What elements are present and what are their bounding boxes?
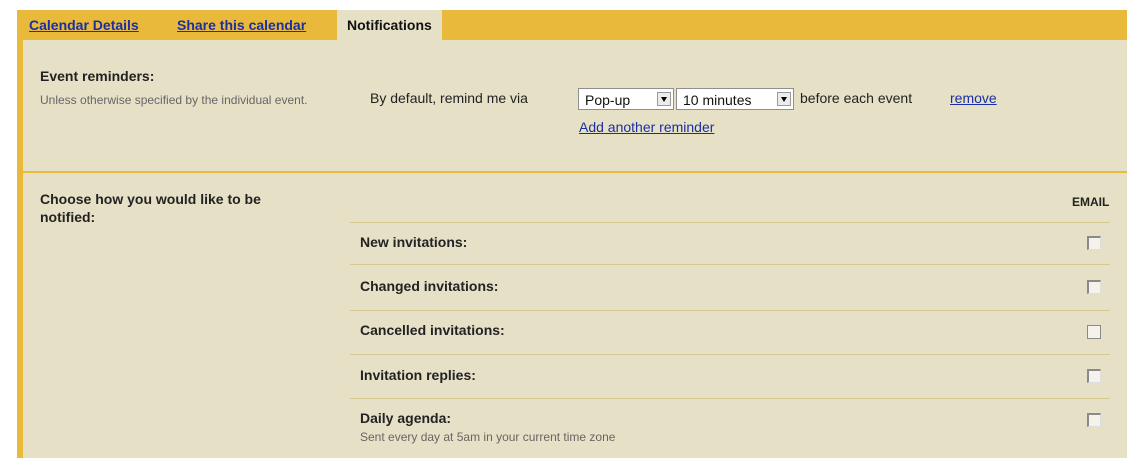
tab-bar: Calendar Details Share this calendar Not… (17, 10, 1127, 40)
reminder-method-select[interactable]: Pop-up (578, 88, 674, 110)
row-daily-agenda-subtext: Sent every day at 5am in your current ti… (360, 430, 616, 444)
row-divider (350, 354, 1110, 355)
reminder-time-value: 10 minutes (683, 92, 752, 108)
row-cancelled-invitations-label: Cancelled invitations: (360, 322, 505, 338)
calendar-settings-frame: Calendar Details Share this calendar Not… (0, 0, 1127, 458)
tab-share-calendar-link[interactable]: Share this calendar (177, 17, 306, 33)
email-column-header: EMAIL (1072, 195, 1110, 209)
cancelled-invitations-email-checkbox[interactable] (1087, 325, 1101, 339)
row-new-invitations-label: New invitations: (360, 234, 468, 250)
tab-calendar-details-link[interactable]: Calendar Details (29, 17, 139, 33)
chevron-down-icon (777, 92, 791, 106)
row-divider (350, 264, 1110, 265)
row-divider (350, 310, 1110, 311)
row-changed-invitations-label: Changed invitations: (360, 278, 499, 294)
reminder-time-select[interactable]: 10 minutes (676, 88, 794, 110)
daily-agenda-email-checkbox[interactable] (1087, 413, 1101, 427)
tab-notifications-label: Notifications (347, 17, 432, 33)
reminder-suffix-text: before each event (800, 90, 913, 106)
event-reminders-title: Event reminders: (40, 68, 155, 84)
tab-calendar-details[interactable]: Calendar Details (29, 10, 139, 40)
invitation-replies-email-checkbox[interactable] (1087, 369, 1101, 383)
event-reminders-subtitle: Unless otherwise specified by the indivi… (40, 93, 308, 107)
row-divider (350, 398, 1110, 399)
remove-reminder-link[interactable]: remove (950, 90, 997, 106)
notify-section-title: Choose how you would like to be notified… (40, 191, 261, 225)
add-reminder-link[interactable]: Add another reminder (579, 119, 714, 135)
row-divider (350, 222, 1110, 223)
default-remind-text: By default, remind me via (370, 90, 528, 106)
changed-invitations-email-checkbox[interactable] (1087, 280, 1101, 294)
tab-notifications[interactable]: Notifications (337, 10, 442, 40)
chevron-down-icon (657, 92, 671, 106)
row-daily-agenda-label: Daily agenda: (360, 410, 452, 426)
tab-share-calendar[interactable]: Share this calendar (177, 10, 306, 40)
row-invitation-replies-label: Invitation replies: (360, 367, 476, 383)
section-divider (23, 171, 1127, 173)
reminder-method-value: Pop-up (585, 92, 631, 108)
new-invitations-email-checkbox[interactable] (1087, 236, 1101, 250)
